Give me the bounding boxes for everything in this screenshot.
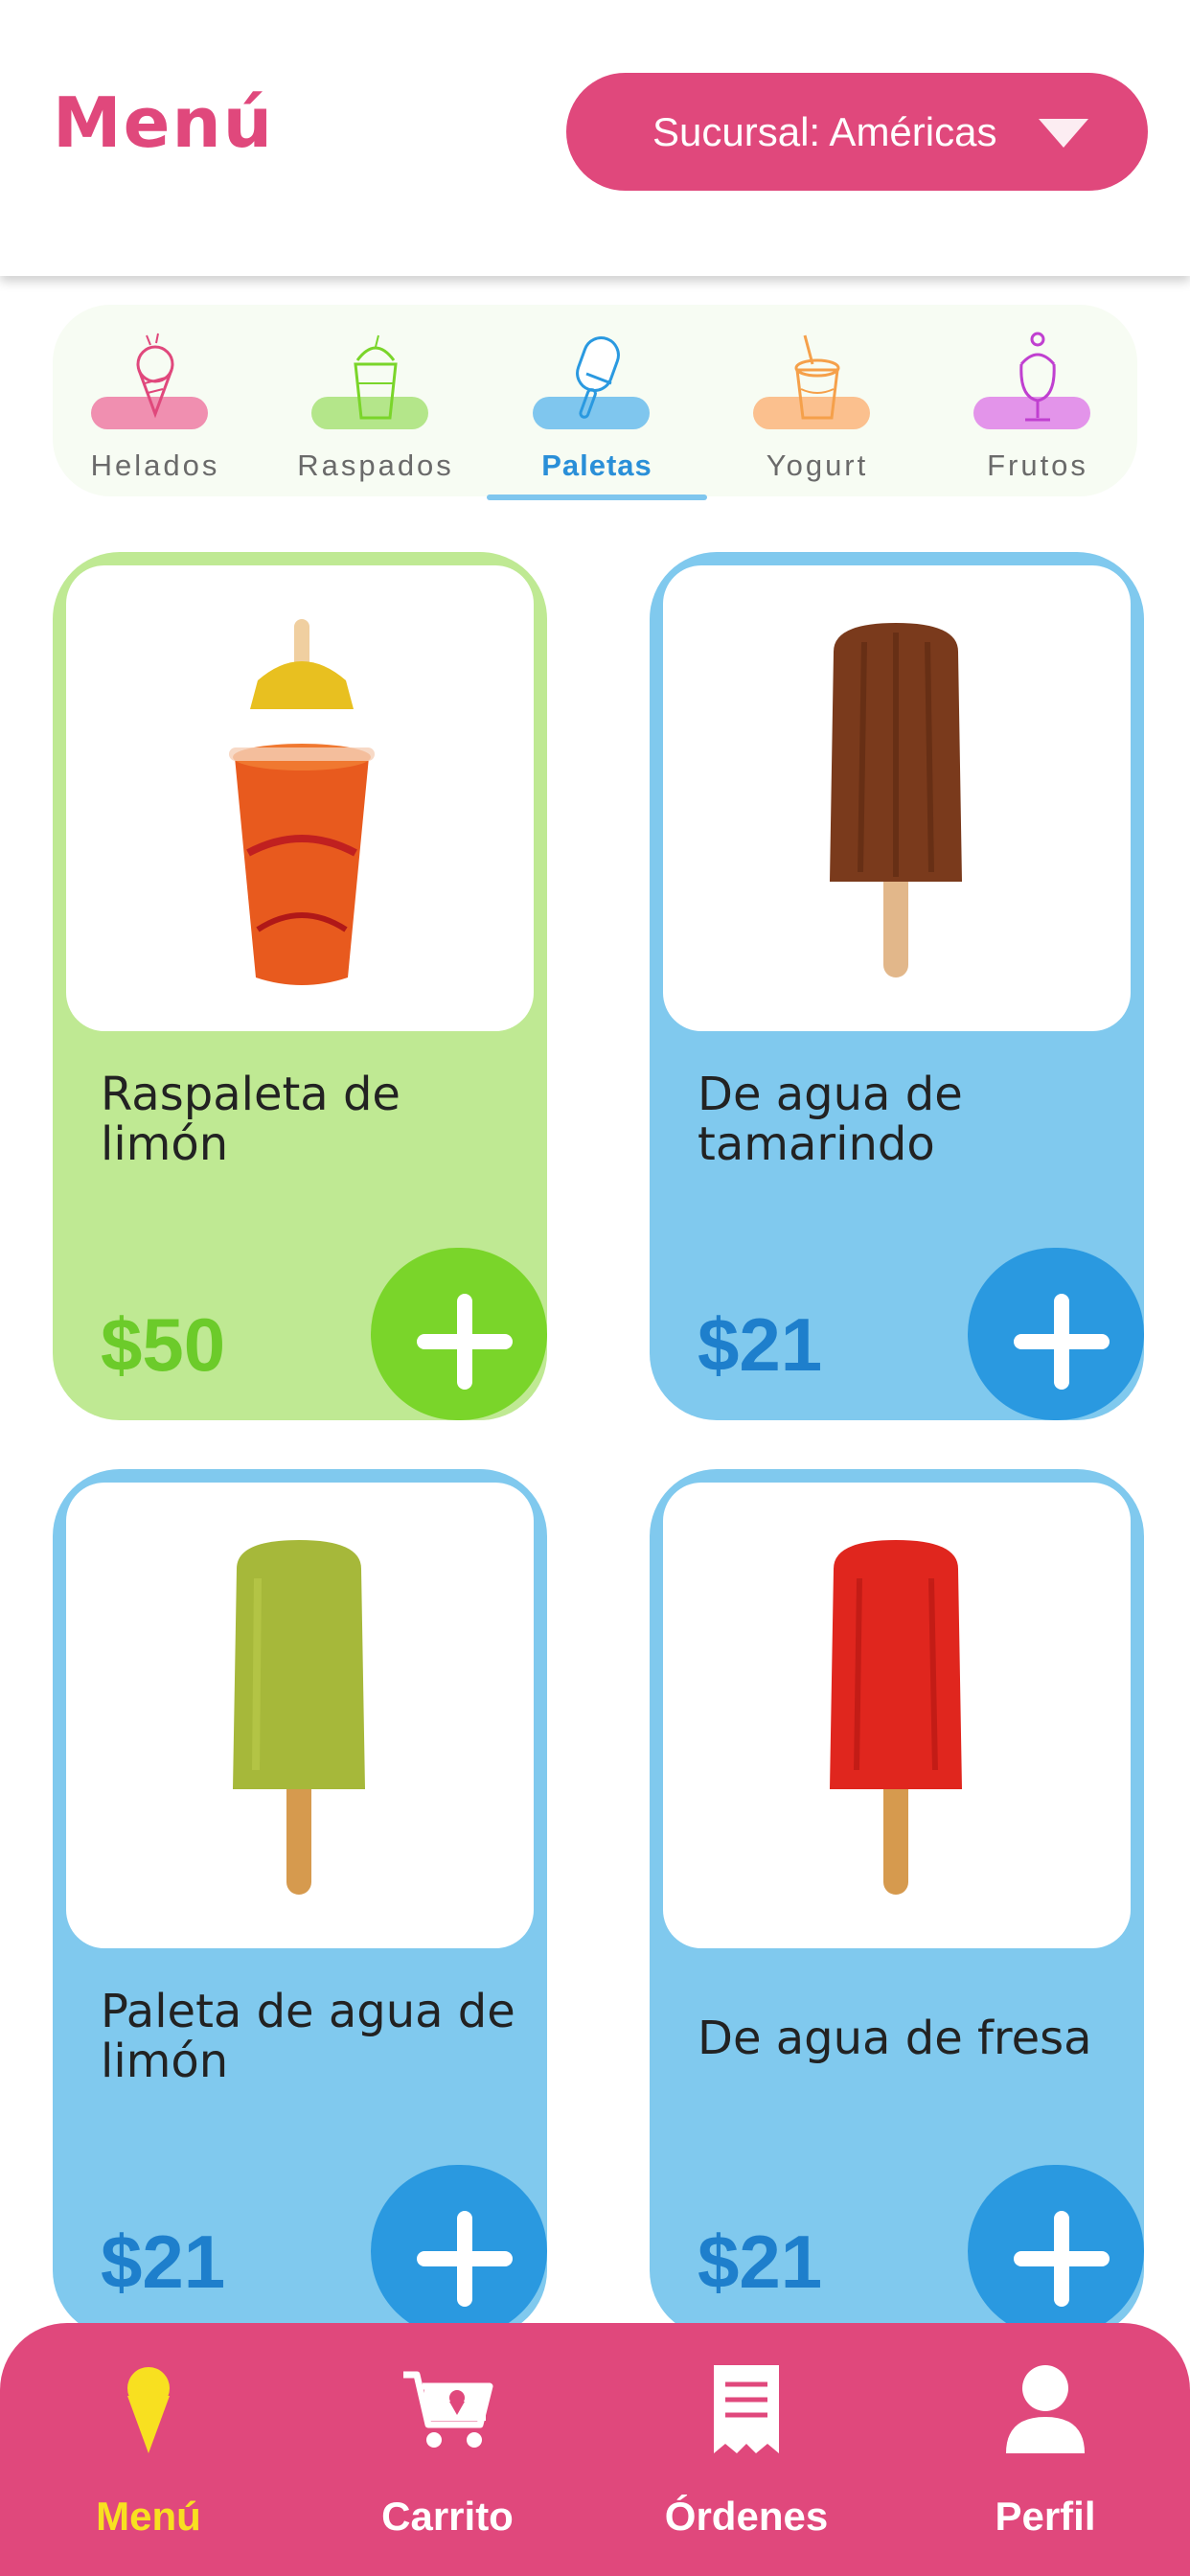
tab-frutos[interactable]: Frutos [927, 316, 1148, 498]
receipt-icon [714, 2365, 779, 2453]
product-name: Paleta de agua de limón [101, 1985, 515, 2088]
category-label: Frutos [987, 448, 1088, 482]
yogurt-cup-icon [794, 334, 840, 420]
bottom-navigation: Menú Carrito Órdenes Perfil [0, 2323, 1190, 2576]
product-image [663, 565, 1131, 1031]
ice-cream-cone-icon [127, 2367, 170, 2453]
tab-paletas[interactable]: Paletas [487, 316, 707, 498]
page-title: Menú [53, 82, 274, 163]
add-to-cart-button[interactable] [968, 2165, 1144, 2337]
app-header: Menú Sucursal: Américas [0, 0, 1190, 276]
tab-helados[interactable]: Helados [45, 316, 265, 498]
nav-label: Carrito [381, 2494, 514, 2539]
category-label: Yogurt [766, 448, 869, 482]
branch-selector-label: Sucursal: Américas [652, 108, 997, 154]
nav-label: Menú [96, 2494, 201, 2539]
active-tab-indicator [487, 494, 707, 500]
nav-profile[interactable]: Perfil [940, 2361, 1151, 2553]
raspaleta-cup-image [229, 619, 375, 985]
strawberry-popsicle-image [830, 1540, 962, 1895]
user-icon [1006, 2365, 1085, 2453]
product-price: $21 [101, 2220, 226, 2304]
nav-orders[interactable]: Órdenes [641, 2361, 852, 2553]
product-name: De agua de tamarindo [698, 1068, 963, 1171]
tab-yogurt[interactable]: Yogurt [707, 316, 927, 498]
nav-menu[interactable]: Menú [43, 2361, 254, 2553]
ice-cream-cone-icon [136, 333, 174, 419]
category-label: Raspados [297, 448, 454, 482]
nav-cart[interactable]: Carrito [342, 2361, 553, 2553]
product-price: $50 [101, 1302, 226, 1387]
product-name: Raspaleta de limón [101, 1068, 400, 1171]
nav-label: Órdenes [664, 2494, 829, 2539]
tamarind-popsicle-image [830, 623, 962, 978]
product-image [663, 1483, 1131, 1948]
category-label: Helados [90, 448, 220, 482]
product-price: $21 [698, 1302, 823, 1387]
product-image [66, 1483, 534, 1948]
add-to-cart-button[interactable] [371, 1248, 547, 1420]
product-name: De agua de fresa [698, 2012, 1092, 2065]
popsicle-icon [576, 336, 620, 419]
category-label: Paletas [541, 448, 652, 482]
tab-raspados[interactable]: Raspados [265, 316, 486, 498]
shaved-ice-cup-icon [354, 334, 398, 420]
lime-popsicle-image [233, 1540, 365, 1895]
chevron-down-icon [1039, 119, 1088, 148]
product-card[interactable]: De agua de tamarindo $21 [650, 552, 1144, 1420]
sundae-glass-icon [1019, 332, 1056, 422]
product-card[interactable]: Raspaleta de limón $50 [53, 552, 547, 1420]
product-price: $21 [698, 2220, 823, 2304]
cart-icon [403, 2371, 493, 2448]
branch-selector[interactable]: Sucursal: Américas [566, 73, 1148, 191]
product-card[interactable]: Paleta de agua de limón $21 [53, 1469, 547, 2337]
product-image [66, 565, 534, 1031]
nav-label: Perfil [995, 2494, 1096, 2539]
add-to-cart-button[interactable] [968, 1248, 1144, 1420]
product-card[interactable]: De agua de fresa $21 [650, 1469, 1144, 2337]
add-to-cart-button[interactable] [371, 2165, 547, 2337]
